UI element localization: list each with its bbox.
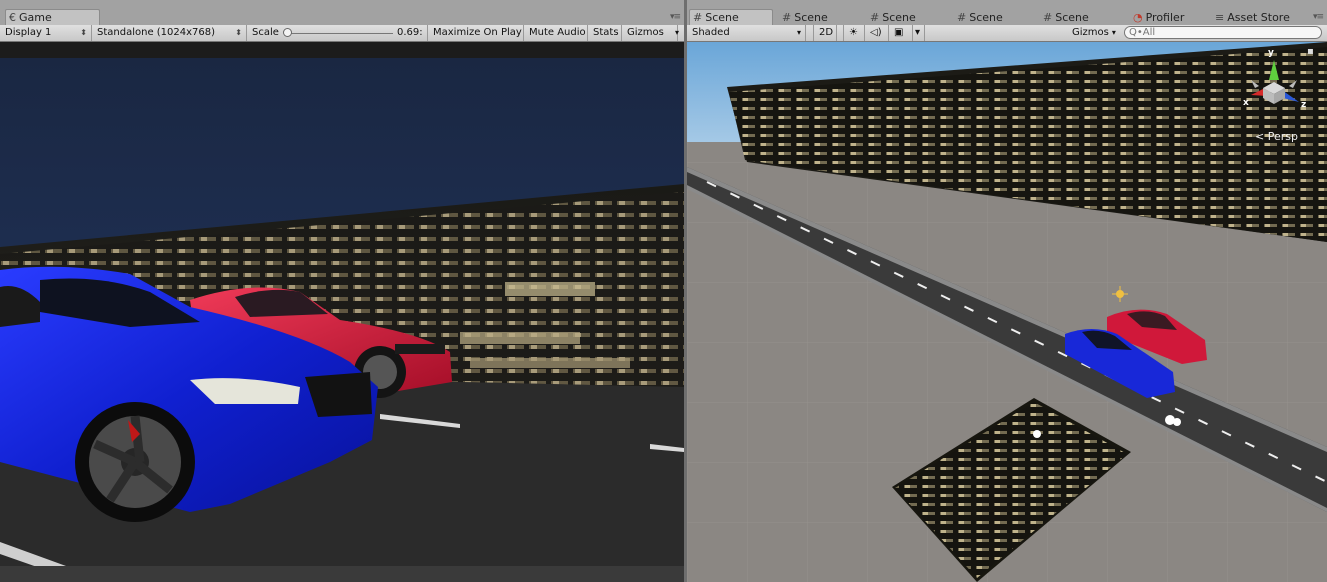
tab-scene-label: Scene <box>1055 11 1089 24</box>
tab-scene-label: Scene <box>705 11 739 24</box>
asset-store-icon: ≡ <box>1215 11 1225 24</box>
game-render <box>0 42 684 582</box>
axis-gizmo-icon <box>1251 60 1299 104</box>
game-controller-icon: € <box>9 11 16 24</box>
resolution-dropdown[interactable]: Standalone (1024x768) ⬍ <box>92 25 247 41</box>
tab-scene-3[interactable]: # Scene <box>867 10 916 26</box>
scene-render <box>687 42 1327 582</box>
gizmos-label: Gizmos <box>627 27 664 38</box>
scene-grid-icon: # <box>957 11 967 24</box>
scene-gizmos-label: Gizmos <box>1072 27 1109 38</box>
gizmos-dropdown[interactable]: Gizmos ▾ <box>622 25 679 41</box>
scene-tabbar: # Scene # Scene # Scene # Scene # Scene ◔ Prof… <box>687 0 1327 25</box>
dropdown-arrow-icon: ▾ <box>674 28 679 37</box>
scale-label: Scale <box>252 27 279 38</box>
scale-value: 0.69: <box>397 27 423 38</box>
orientation-gizmo[interactable]: y x z <box>1239 48 1309 120</box>
effects-dropdown-icon[interactable]: ▾ <box>913 25 925 41</box>
profiler-icon: ◔ <box>1133 11 1143 24</box>
scene-grid-icon: # <box>1043 11 1053 24</box>
gizmo-z-label: z <box>1301 100 1307 110</box>
maximize-on-play-toggle[interactable]: Maximize On Play <box>427 25 524 41</box>
tab-scene-label: Scene <box>794 11 828 24</box>
tab-asset-store[interactable]: ≡ Asset Store <box>1212 10 1290 26</box>
scene-lighting-icon[interactable]: ☀ <box>843 25 865 41</box>
gizmo-x-label: x <box>1243 98 1249 108</box>
scene-toolbar: Shaded ▾ 2D ☀ ◁) ▣ ▾ Gizmos ▾ Q•All <box>687 25 1327 42</box>
projection-toggle[interactable]: < Persp <box>1255 130 1298 143</box>
2d-mode-toggle[interactable]: 2D <box>813 25 837 41</box>
scene-grid-icon: # <box>782 11 792 24</box>
tab-game-label: Game <box>19 11 52 24</box>
stats-toggle[interactable]: Stats <box>588 25 622 41</box>
dropdown-arrow-icon: ⬍ <box>80 28 87 37</box>
mute-audio-toggle[interactable]: Mute Audio <box>524 25 588 41</box>
shading-mode-label: Shaded <box>692 27 730 38</box>
tab-scene-label: Scene <box>969 11 1003 24</box>
scene-grid-icon: # <box>870 11 880 24</box>
tab-scene-4[interactable]: # Scene <box>954 10 1003 26</box>
game-tabbar: € Game ▾≡ <box>0 0 684 25</box>
scene-effects-icon[interactable]: ▣ <box>889 25 913 41</box>
camera-gizmo-icon <box>1033 430 1041 438</box>
scene-audio-icon[interactable]: ◁) <box>865 25 889 41</box>
scene-viewport[interactable]: y x z ▪ < Persp <box>687 42 1327 582</box>
scene-panel: # Scene # Scene # Scene # Scene # Scene ◔ Prof… <box>687 0 1327 582</box>
dropdown-arrow-icon: ▾ <box>1111 28 1116 37</box>
display-dropdown-label: Display 1 <box>5 27 52 38</box>
scale-slider-handle[interactable] <box>283 28 292 37</box>
tab-scene-2[interactable]: # Scene <box>779 10 828 26</box>
lock-icon[interactable]: ▪ <box>1307 46 1314 57</box>
tab-profiler-label: Profiler <box>1145 11 1185 24</box>
panel-menu-icon[interactable]: ▾≡ <box>670 12 681 22</box>
tab-scene-label: Scene <box>882 11 916 24</box>
scale-slider-group: Scale 0.69: <box>247 25 427 41</box>
tab-scene-1[interactable]: # Scene <box>689 9 773 25</box>
dropdown-arrow-icon: ▾ <box>796 28 801 37</box>
tab-asset-store-label: Asset Store <box>1227 11 1290 24</box>
display-dropdown[interactable]: Display 1 ⬍ <box>0 25 92 41</box>
gizmo-y-label: y <box>1268 48 1274 58</box>
game-panel: € Game ▾≡ Display 1 ⬍ Standalone (1024x768… <box>0 0 684 582</box>
resolution-dropdown-label: Standalone (1024x768) <box>97 27 216 38</box>
scene-grid-icon: # <box>693 11 703 24</box>
shading-mode-dropdown[interactable]: Shaded ▾ <box>687 25 806 41</box>
scene-search-input[interactable]: Q•All <box>1124 26 1322 39</box>
tab-profiler[interactable]: ◔ Profiler <box>1130 10 1184 26</box>
tab-scene-5[interactable]: # Scene <box>1040 10 1089 26</box>
scene-gizmos-dropdown[interactable]: Gizmos ▾ <box>1067 25 1121 41</box>
game-viewport[interactable] <box>0 42 684 582</box>
game-toolbar: Display 1 ⬍ Standalone (1024x768) ⬍ Scale … <box>0 25 684 42</box>
panel-menu-icon[interactable]: ▾≡ <box>1313 12 1324 22</box>
scale-slider-track[interactable] <box>285 33 393 34</box>
dropdown-arrow-icon: ⬍ <box>235 28 242 37</box>
tab-game[interactable]: € Game <box>5 9 100 25</box>
